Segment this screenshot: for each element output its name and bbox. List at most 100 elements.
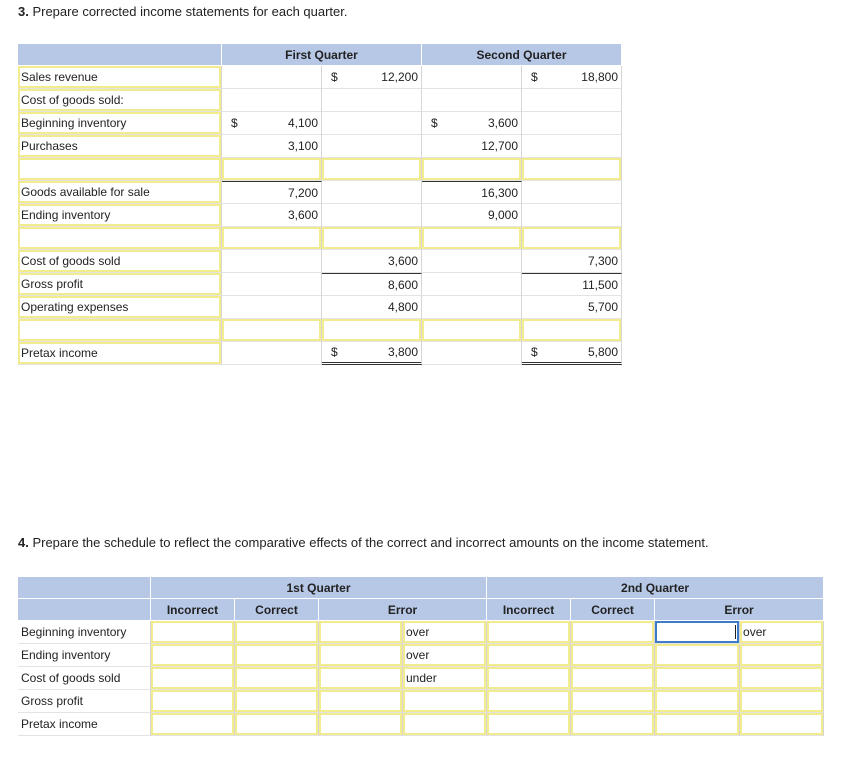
q2-incorrect-input[interactable] (487, 621, 572, 644)
amount-cell-q2b[interactable] (522, 135, 622, 158)
row-label[interactable]: Operating expenses (18, 296, 222, 319)
amount-cell-q1b[interactable] (322, 89, 422, 112)
amount-cell-q1b[interactable]: 8,600 (322, 273, 422, 296)
amount-cell-q2a[interactable]: $3,600 (422, 112, 522, 135)
amount-cell-q2b[interactable] (522, 319, 622, 342)
amount-cell-q1b[interactable] (322, 319, 422, 342)
amount-cell-q1b[interactable] (322, 227, 422, 250)
q1-error-input[interactable] (319, 713, 403, 736)
q2-error-direction[interactable]: over (740, 621, 825, 644)
amount-cell-q2b[interactable] (522, 158, 622, 181)
row-label[interactable]: Cost of goods sold: (18, 89, 222, 112)
q1-error-direction[interactable]: over (403, 644, 488, 667)
q2-incorrect-input[interactable] (487, 644, 572, 667)
row-label[interactable] (18, 158, 222, 181)
q2-error-input[interactable] (655, 667, 741, 690)
amount-cell-q2b[interactable] (522, 112, 622, 135)
amount-cell-q1a[interactable]: 7,200 (222, 181, 322, 204)
q2-incorrect-input[interactable] (487, 690, 572, 713)
amount-cell-q2a[interactable]: 12,700 (422, 135, 522, 158)
amount-cell-q2b[interactable]: 5,700 (522, 296, 622, 319)
q2-incorrect-input[interactable] (487, 713, 572, 736)
amount-cell-q2a[interactable] (422, 89, 522, 112)
amount-cell-q1b[interactable]: 3,600 (322, 250, 422, 273)
amount-cell-q1a[interactable] (222, 250, 322, 273)
amount-cell-q1b[interactable]: $3,800 (322, 342, 422, 365)
q1-incorrect-input[interactable] (151, 644, 235, 667)
row-label[interactable]: Cost of goods sold (18, 250, 222, 273)
q1-incorrect-input[interactable] (151, 713, 235, 736)
amount-cell-q2a[interactable] (422, 66, 522, 89)
amount-cell-q2a[interactable] (422, 250, 522, 273)
q2-error-input[interactable] (655, 690, 741, 713)
amount-cell-q2a[interactable] (422, 158, 522, 181)
row-label[interactable]: Goods available for sale (18, 181, 222, 204)
amount-cell-q1a[interactable] (222, 227, 322, 250)
row-label[interactable] (18, 319, 222, 342)
amount-cell-q1a[interactable] (222, 273, 322, 296)
row-label[interactable]: Purchases (18, 135, 222, 158)
row-label[interactable]: Gross profit (18, 273, 222, 296)
q1-correct-input[interactable] (235, 667, 319, 690)
amount-cell-q2a[interactable] (422, 273, 522, 296)
amount-cell-q2a[interactable] (422, 227, 522, 250)
q1-correct-input[interactable] (235, 621, 319, 644)
amount-cell-q1b[interactable] (322, 181, 422, 204)
amount-cell-q1b[interactable] (322, 158, 422, 181)
amount-cell-q1a[interactable] (222, 319, 322, 342)
q1-correct-input[interactable] (235, 644, 319, 667)
q1-correct-input[interactable] (235, 690, 319, 713)
amount-cell-q2a[interactable]: 9,000 (422, 204, 522, 227)
amount-cell-q2b[interactable] (522, 227, 622, 250)
amount-cell-q2b[interactable]: 7,300 (522, 250, 622, 273)
q2-correct-input[interactable] (571, 644, 656, 667)
q1-incorrect-input[interactable] (151, 690, 235, 713)
amount-cell-q1b[interactable] (322, 204, 422, 227)
q1-error-input[interactable] (319, 644, 403, 667)
amount-cell-q2a[interactable]: 16,300 (422, 181, 522, 204)
amount-cell-q1b[interactable] (322, 112, 422, 135)
q1-error-direction[interactable]: under (403, 667, 488, 690)
amount-cell-q2a[interactable] (422, 319, 522, 342)
q1-error-input[interactable] (319, 621, 403, 644)
amount-cell-q1a[interactable] (222, 296, 322, 319)
amount-cell-q1b[interactable]: 4,800 (322, 296, 422, 319)
q2-error-input[interactable] (655, 713, 741, 736)
amount-cell-q1a[interactable] (222, 158, 322, 181)
row-label[interactable]: Pretax income (18, 342, 222, 365)
amount-cell-q2a[interactable] (422, 296, 522, 319)
amount-cell-q1a[interactable]: $4,100 (222, 112, 322, 135)
amount-cell-q1a[interactable] (222, 66, 322, 89)
amount-cell-q2a[interactable] (422, 342, 522, 365)
amount-cell-q1b[interactable]: $12,200 (322, 66, 422, 89)
q1-error-direction[interactable]: over (403, 621, 488, 644)
amount-cell-q1a[interactable] (222, 342, 322, 365)
row-label[interactable]: Sales revenue (18, 66, 222, 89)
q2-correct-input[interactable] (571, 667, 656, 690)
row-label[interactable] (18, 227, 222, 250)
amount-cell-q2b[interactable]: 11,500 (522, 273, 622, 296)
q1-error-input[interactable] (319, 667, 403, 690)
amount-cell-q1a[interactable] (222, 89, 322, 112)
amount-cell-q1b[interactable] (322, 135, 422, 158)
q2-error-input[interactable] (655, 621, 741, 644)
q1-incorrect-input[interactable] (151, 667, 235, 690)
q1-error-direction[interactable] (403, 713, 488, 736)
row-label[interactable]: Ending inventory (18, 204, 222, 227)
amount-cell-q2b[interactable] (522, 89, 622, 112)
q2-correct-input[interactable] (571, 690, 656, 713)
q1-correct-input[interactable] (235, 713, 319, 736)
q2-error-direction[interactable] (740, 690, 825, 713)
q2-error-input[interactable] (655, 644, 741, 667)
q2-error-direction[interactable] (740, 667, 825, 690)
amount-cell-q2b[interactable]: $5,800 (522, 342, 622, 365)
q1-error-direction[interactable] (403, 690, 488, 713)
q1-error-input[interactable] (319, 690, 403, 713)
row-label[interactable]: Beginning inventory (18, 112, 222, 135)
q2-correct-input[interactable] (571, 621, 656, 644)
q2-error-direction[interactable] (740, 644, 825, 667)
amount-cell-q1a[interactable]: 3,600 (222, 204, 322, 227)
amount-cell-q2b[interactable] (522, 204, 622, 227)
amount-cell-q2b[interactable] (522, 181, 622, 204)
q2-incorrect-input[interactable] (487, 667, 572, 690)
